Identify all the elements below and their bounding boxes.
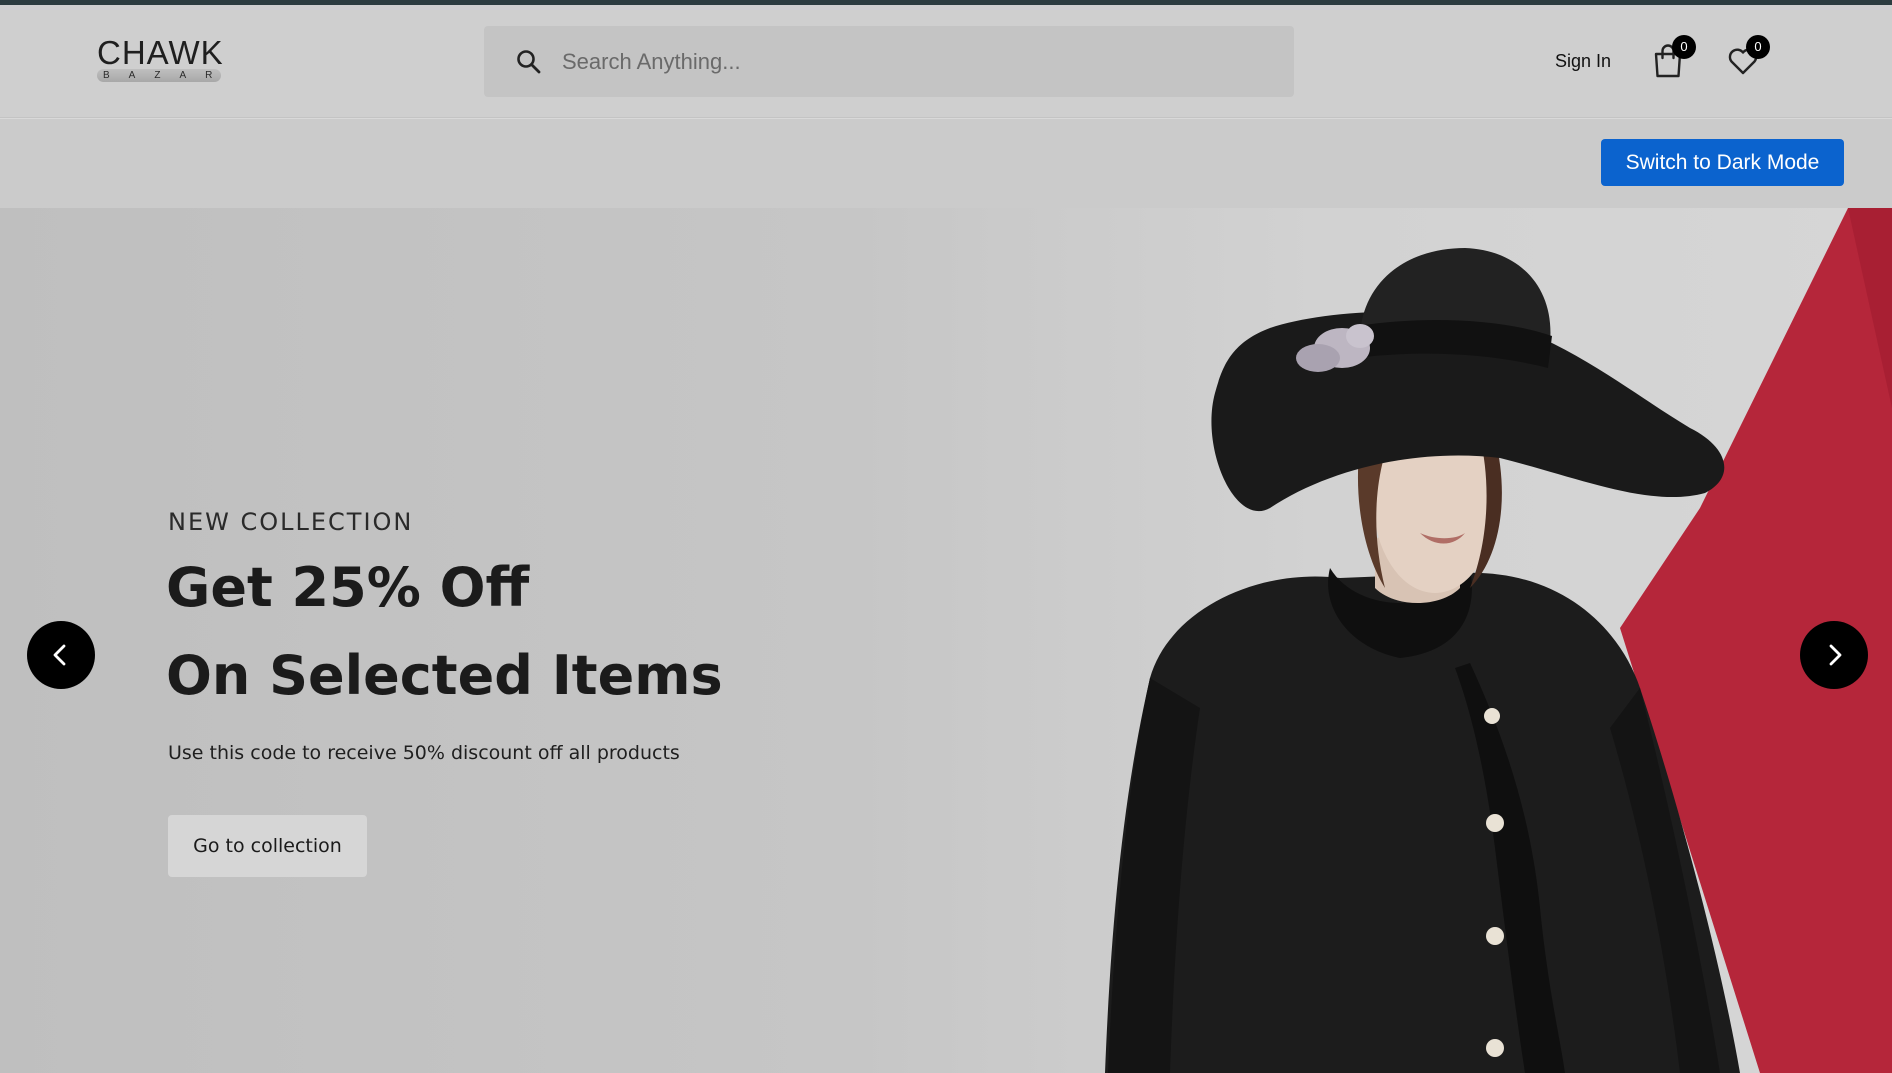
hero-title-line-1: Get 25% Off [166, 556, 530, 619]
carousel-prev-button[interactable] [27, 621, 95, 689]
logo-wordmark: CHAWK [97, 34, 224, 71]
hero-eyebrow: NEW COLLECTION [168, 508, 414, 536]
carousel-next-button[interactable] [1800, 621, 1868, 689]
theme-toggle-bar: Switch to Dark Mode [0, 119, 1892, 208]
logo-tagline: BAZAR [97, 69, 221, 82]
search-input[interactable] [562, 26, 1262, 97]
chevron-right-icon [1829, 644, 1842, 666]
logo[interactable]: CHAWK BAZAR [97, 34, 224, 85]
search-bar[interactable] [484, 26, 1294, 97]
cart-count-badge: 0 [1672, 35, 1696, 59]
chevron-left-icon [53, 644, 66, 666]
hero-subtitle: Use this code to receive 50% discount of… [168, 742, 680, 764]
site-header: CHAWK BAZAR Sign In 0 0 [0, 5, 1892, 118]
hero-title-line-2: On Selected Items [166, 644, 723, 707]
search-icon[interactable] [516, 49, 542, 75]
sign-in-link[interactable]: Sign In [1555, 51, 1611, 72]
dark-mode-toggle-button[interactable]: Switch to Dark Mode [1601, 139, 1844, 186]
go-to-collection-button[interactable]: Go to collection [168, 815, 367, 877]
hero-model-image [1105, 208, 1892, 1073]
hero-banner: NEW COLLECTION Get 25% Off On Selected I… [0, 208, 1892, 1073]
wishlist-count-badge: 0 [1746, 35, 1770, 59]
